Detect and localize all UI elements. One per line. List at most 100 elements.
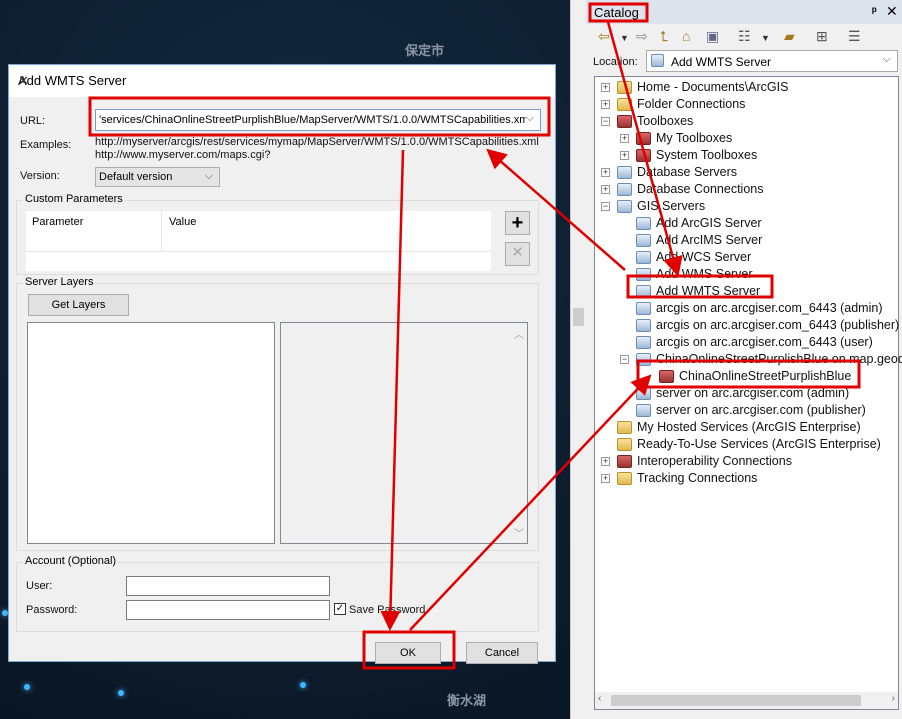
user-label: User: [26,580,53,592]
folder-icon [617,81,632,94]
tree-item-label: My Toolboxes [656,131,733,145]
tool-icon [617,115,632,128]
tree-item[interactable]: + Tracking Connections [595,470,895,487]
url-combobox[interactable]: 'services/ChinaOnlineStreetPurplishBlue/… [95,109,541,131]
back-icon[interactable]: ⇦ [598,28,610,45]
folder-icon [617,472,632,485]
collapse-icon[interactable]: − [620,355,629,364]
tree-item-label: Interoperability Connections [637,454,792,468]
tree-item-label: Database Servers [637,165,738,179]
version-select[interactable]: Default version ⌵ [95,167,220,187]
tree-item[interactable]: Add WMS Server [595,266,895,283]
tree-item[interactable]: − ChinaOnlineStreetPurplishBlue on map.ge… [595,351,902,368]
catalog-tree[interactable]: ‹ › + Home - Documents\ArcGIS + Folder Conn… [594,76,902,710]
map-point [118,690,124,696]
tree-item[interactable]: + System Toolboxes [595,147,895,164]
tree-item[interactable]: server on arc.arcgiser.com (admin) [595,385,895,402]
tree-item-label: Add WMTS Server [656,284,761,298]
tree-item[interactable]: + My Toolboxes [595,130,895,147]
collapse-icon[interactable]: − [601,117,610,126]
tree-item[interactable]: My Hosted Services (ArcGIS Enterprise) [595,419,895,436]
expand-icon[interactable]: + [601,457,610,466]
server-icon [636,387,651,400]
map-scrollbar[interactable] [570,0,586,719]
add-parameter-button[interactable]: + [505,211,530,235]
version-label: Version: [20,170,60,182]
connect-icon[interactable]: ▣ [706,28,719,45]
parameters-table[interactable]: Parameter Value [26,211,491,271]
tree-item[interactable]: + Folder Connections [595,96,895,113]
tree-item-label: Ready-To-Use Services (ArcGIS Enterprise… [637,437,881,451]
expand-icon[interactable]: + [601,83,610,92]
example-url: http://www.myserver.com/maps.cgi? [95,149,271,161]
close-icon[interactable]: ✕ [18,73,547,89]
close-icon[interactable]: ✕ [886,3,898,20]
location-value: Add WMTS Server [671,55,772,69]
server-icon [636,302,651,315]
tree-item[interactable]: Add ArcGIS Server [595,215,895,232]
tree-item[interactable]: arcgis on arc.arcgiser.com_6443 (admin) [595,300,895,317]
add-wmts-server-dialog: Add WMTS Server ✕ URL: 'services/ChinaOn… [8,64,556,664]
tree-item[interactable]: + Interoperability Connections [595,453,895,470]
chevron-down-icon[interactable]: ▼ [761,33,770,43]
expand-icon[interactable]: + [601,100,610,109]
up-folder-icon[interactable]: ⮤ [660,28,668,45]
layer-preview: ︿ ﹀ [280,322,528,544]
tool-icon [659,370,674,383]
tree-item-label: server on arc.arcgiser.com (admin) [656,386,850,400]
new-folder-icon[interactable]: ▰ [784,28,795,45]
column-header: Value [169,216,197,228]
tree-item[interactable]: + Database Connections [595,181,895,198]
cancel-button[interactable]: Cancel [466,642,538,664]
password-input[interactable] [126,600,330,620]
home-icon[interactable]: ⌂ [682,28,690,44]
user-input[interactable] [126,576,330,596]
password-label: Password: [26,604,78,616]
save-password-checkbox[interactable]: ✓ [334,603,346,615]
tree-item[interactable]: Add ArcIMS Server [595,232,895,249]
tree-item[interactable]: − GIS Servers [595,198,895,215]
map-point [24,684,30,690]
account-group: Account (Optional) [16,555,539,632]
tree-item[interactable]: arcgis on arc.arcgiser.com_6443 (publish… [595,317,899,334]
expand-icon[interactable]: + [601,474,610,483]
expand-icon[interactable]: + [620,151,629,160]
chevron-down-icon[interactable]: ▼ [620,33,629,43]
forward-icon[interactable]: ⇨ [636,28,648,45]
tree-item[interactable]: Ready-To-Use Services (ArcGIS Enterprise… [595,436,895,453]
ok-button[interactable]: OK [375,642,441,664]
options-icon[interactable]: ☰ [848,28,861,45]
server-icon [636,217,651,230]
expand-icon[interactable]: + [601,168,610,177]
tree-item[interactable]: arcgis on arc.arcgiser.com_6443 (user) [595,334,895,351]
tree-item-label: System Toolboxes [656,148,758,162]
version-value: Default version [99,171,173,183]
tree-item[interactable]: Add WCS Server [595,249,895,266]
folder-icon [617,421,632,434]
horizontal-scrollbar[interactable]: ‹ › [595,692,898,709]
tree-icon[interactable]: ⊞ [816,28,828,45]
tree-item[interactable]: − Toolboxes [595,113,895,130]
server-layers-list[interactable] [27,322,275,544]
chevron-down-icon[interactable]: ⌵ [525,112,534,125]
map-label: 衡水湖 [447,693,487,708]
tree-item[interactable]: + Database Servers [595,164,895,181]
map-point [300,682,306,688]
location-combobox[interactable]: Add WMTS Server ⌵ [646,50,898,72]
pin-icon[interactable]: ᵖ [872,4,877,18]
tree-item[interactable]: + Home - Documents\ArcGIS [595,79,895,96]
collapse-icon[interactable]: − [601,202,610,211]
tool-icon [636,149,651,162]
get-layers-button[interactable]: Get Layers [28,294,129,316]
chevron-down-icon: ⌵ [204,170,213,182]
remove-parameter-button[interactable]: ✕ [505,242,530,266]
tree-item[interactable]: ChinaOnlineStreetPurplishBlue [595,368,895,385]
view-list-icon[interactable]: ☷ [738,28,751,45]
server-icon [636,336,651,349]
server-icon [636,404,651,417]
expand-icon[interactable]: + [601,185,610,194]
tree-item[interactable]: server on arc.arcgiser.com (publisher) [595,402,895,419]
expand-icon[interactable]: + [620,134,629,143]
tree-item-label: Add WMS Server [656,267,753,281]
tree-item[interactable]: Add WMTS Server [595,283,895,300]
